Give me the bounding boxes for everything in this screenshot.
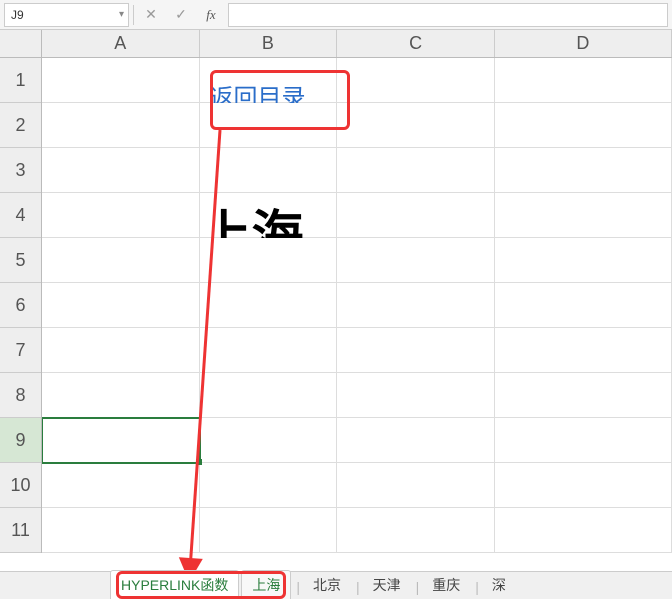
name-box[interactable]: J9 ▾ <box>4 3 129 27</box>
cell-a9-selected[interactable] <box>42 418 200 463</box>
cell[interactable] <box>42 283 200 328</box>
col-header-b[interactable]: B <box>200 30 338 57</box>
row-header[interactable]: 8 <box>0 373 41 418</box>
name-box-value: J9 <box>11 8 24 22</box>
cells-area: 返回目录 上海 <box>42 58 672 570</box>
cell-b1[interactable]: 返回目录 <box>200 58 338 103</box>
tab-hyperlink[interactable]: HYPERLINK函数 <box>110 570 239 599</box>
cell[interactable] <box>495 238 672 283</box>
cell[interactable] <box>495 148 672 193</box>
cell[interactable] <box>200 463 338 508</box>
cell[interactable] <box>495 508 672 553</box>
col-header-d[interactable]: D <box>495 30 672 57</box>
cell[interactable] <box>200 418 338 463</box>
cell[interactable] <box>42 58 200 103</box>
cell[interactable] <box>337 58 495 103</box>
tab-beijing[interactable]: 北京 <box>303 571 351 599</box>
tab-separator: | <box>413 579 423 599</box>
cell[interactable] <box>495 103 672 148</box>
tab-separator: | <box>293 579 303 599</box>
cell[interactable] <box>200 283 338 328</box>
cell[interactable] <box>42 148 200 193</box>
column-headers: A B C D <box>42 30 672 58</box>
cancel-icon[interactable]: ✕ <box>138 3 164 27</box>
formula-bar: J9 ▾ ✕ ✓ fx <box>0 0 672 30</box>
cell[interactable] <box>42 508 200 553</box>
cell[interactable] <box>200 103 338 148</box>
cell[interactable] <box>200 238 338 283</box>
tab-separator: | <box>353 579 363 599</box>
sheet-tabs: HYPERLINK函数 上海 | 北京 | 天津 | 重庆 | 深 <box>0 571 672 599</box>
formula-input[interactable] <box>228 3 668 27</box>
cell[interactable] <box>495 463 672 508</box>
row-headers: 1 2 3 4 5 6 7 8 9 10 11 <box>0 58 42 553</box>
tab-shen[interactable]: 深 <box>482 571 516 599</box>
cell[interactable] <box>337 373 495 418</box>
cell[interactable] <box>42 193 200 238</box>
cell[interactable] <box>337 103 495 148</box>
row-header[interactable]: 11 <box>0 508 41 553</box>
cell[interactable] <box>337 418 495 463</box>
select-all-corner[interactable] <box>0 30 42 58</box>
cell[interactable] <box>337 508 495 553</box>
separator <box>133 5 134 25</box>
col-header-c[interactable]: C <box>337 30 495 57</box>
cell[interactable] <box>495 283 672 328</box>
cell[interactable] <box>495 418 672 463</box>
tab-chongqing[interactable]: 重庆 <box>422 571 470 599</box>
tab-tianjin[interactable]: 天津 <box>363 571 411 599</box>
cell[interactable] <box>337 328 495 373</box>
cell[interactable] <box>42 373 200 418</box>
cell[interactable] <box>200 328 338 373</box>
cell[interactable] <box>495 328 672 373</box>
cell[interactable] <box>200 373 338 418</box>
row-header[interactable]: 9 <box>0 418 41 463</box>
spreadsheet-grid: A B C D 1 2 3 4 5 6 7 8 9 10 11 返回目录 <box>0 30 672 570</box>
cell[interactable] <box>337 148 495 193</box>
cell[interactable] <box>200 508 338 553</box>
cell[interactable] <box>42 238 200 283</box>
row-header[interactable]: 6 <box>0 283 41 328</box>
cell[interactable] <box>495 58 672 103</box>
row-header[interactable]: 2 <box>0 103 41 148</box>
chevron-down-icon[interactable]: ▾ <box>119 9 124 20</box>
row-header[interactable]: 1 <box>0 58 41 103</box>
col-header-a[interactable]: A <box>42 30 200 57</box>
row-header[interactable]: 7 <box>0 328 41 373</box>
cell[interactable] <box>495 193 672 238</box>
row-header[interactable]: 3 <box>0 148 41 193</box>
fx-icon[interactable]: fx <box>198 3 224 27</box>
cell[interactable] <box>495 373 672 418</box>
tab-separator: | <box>472 579 482 599</box>
cell[interactable] <box>337 463 495 508</box>
cell-b4[interactable]: 上海 <box>200 193 338 238</box>
row-header[interactable]: 10 <box>0 463 41 508</box>
tab-shanghai[interactable]: 上海 <box>241 570 291 599</box>
row-header[interactable]: 4 <box>0 193 41 238</box>
cell[interactable] <box>337 238 495 283</box>
row-header[interactable]: 5 <box>0 238 41 283</box>
cell[interactable] <box>200 148 338 193</box>
cell[interactable] <box>337 193 495 238</box>
cell[interactable] <box>42 328 200 373</box>
confirm-icon[interactable]: ✓ <box>168 3 194 27</box>
cell[interactable] <box>42 463 200 508</box>
cell[interactable] <box>42 103 200 148</box>
cell[interactable] <box>337 283 495 328</box>
